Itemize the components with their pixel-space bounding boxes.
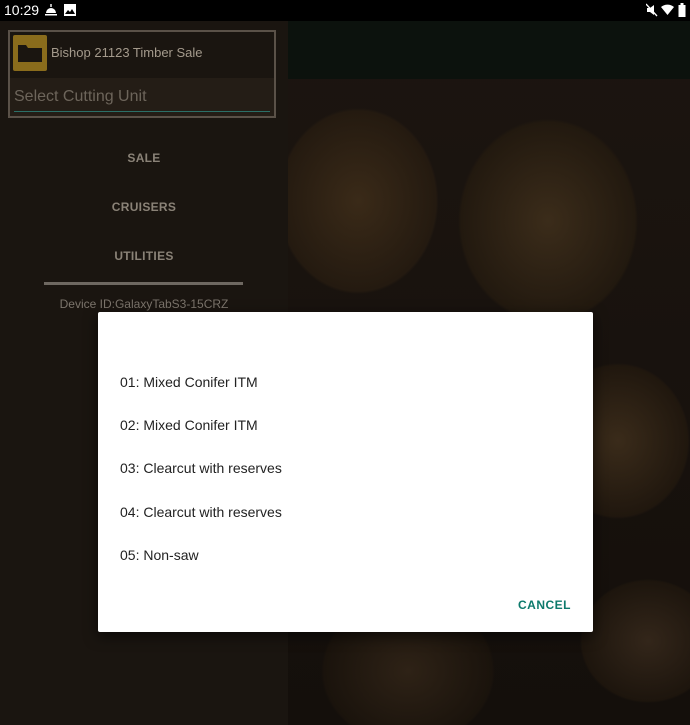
cancel-button[interactable]: CANCEL [518, 598, 571, 612]
battery-icon [678, 3, 686, 20]
menu-cruisers-button[interactable]: CRUISERS [0, 200, 288, 214]
menu-sale-button[interactable]: SALE [0, 151, 288, 165]
status-bar: 10:29 [0, 0, 690, 21]
sale-header[interactable]: Bishop 21123 Timber Sale Select Cutting … [8, 30, 276, 118]
weather-icon [44, 3, 58, 20]
mute-icon [645, 3, 658, 20]
dialog-option-02[interactable]: 02: Mixed Conifer ITM [120, 417, 258, 433]
sale-name: Bishop 21123 Timber Sale [51, 45, 203, 60]
cutting-unit-placeholder: Select Cutting Unit [14, 88, 147, 105]
dialog-option-01[interactable]: 01: Mixed Conifer ITM [120, 374, 258, 390]
status-time: 10:29 [4, 2, 40, 18]
dialog-option-03[interactable]: 03: Clearcut with reserves [120, 460, 282, 476]
dialog-option-05[interactable]: 05: Non-saw [120, 547, 199, 563]
dialog-option-04[interactable]: 04: Clearcut with reserves [120, 504, 282, 520]
cutting-unit-select[interactable]: Select Cutting Unit [10, 78, 274, 116]
folder-icon[interactable] [13, 35, 47, 71]
cutting-unit-dialog: 01: Mixed Conifer ITM 02: Mixed Conifer … [98, 312, 593, 632]
menu-divider [44, 282, 243, 285]
image-icon [63, 3, 77, 20]
wifi-icon [660, 3, 675, 20]
menu-utilities-button[interactable]: UTILITIES [0, 249, 288, 263]
device-id: Device ID:GalaxyTabS3-15CRZ [59, 297, 229, 311]
field-underline [14, 111, 270, 112]
top-app-bar [288, 21, 690, 79]
